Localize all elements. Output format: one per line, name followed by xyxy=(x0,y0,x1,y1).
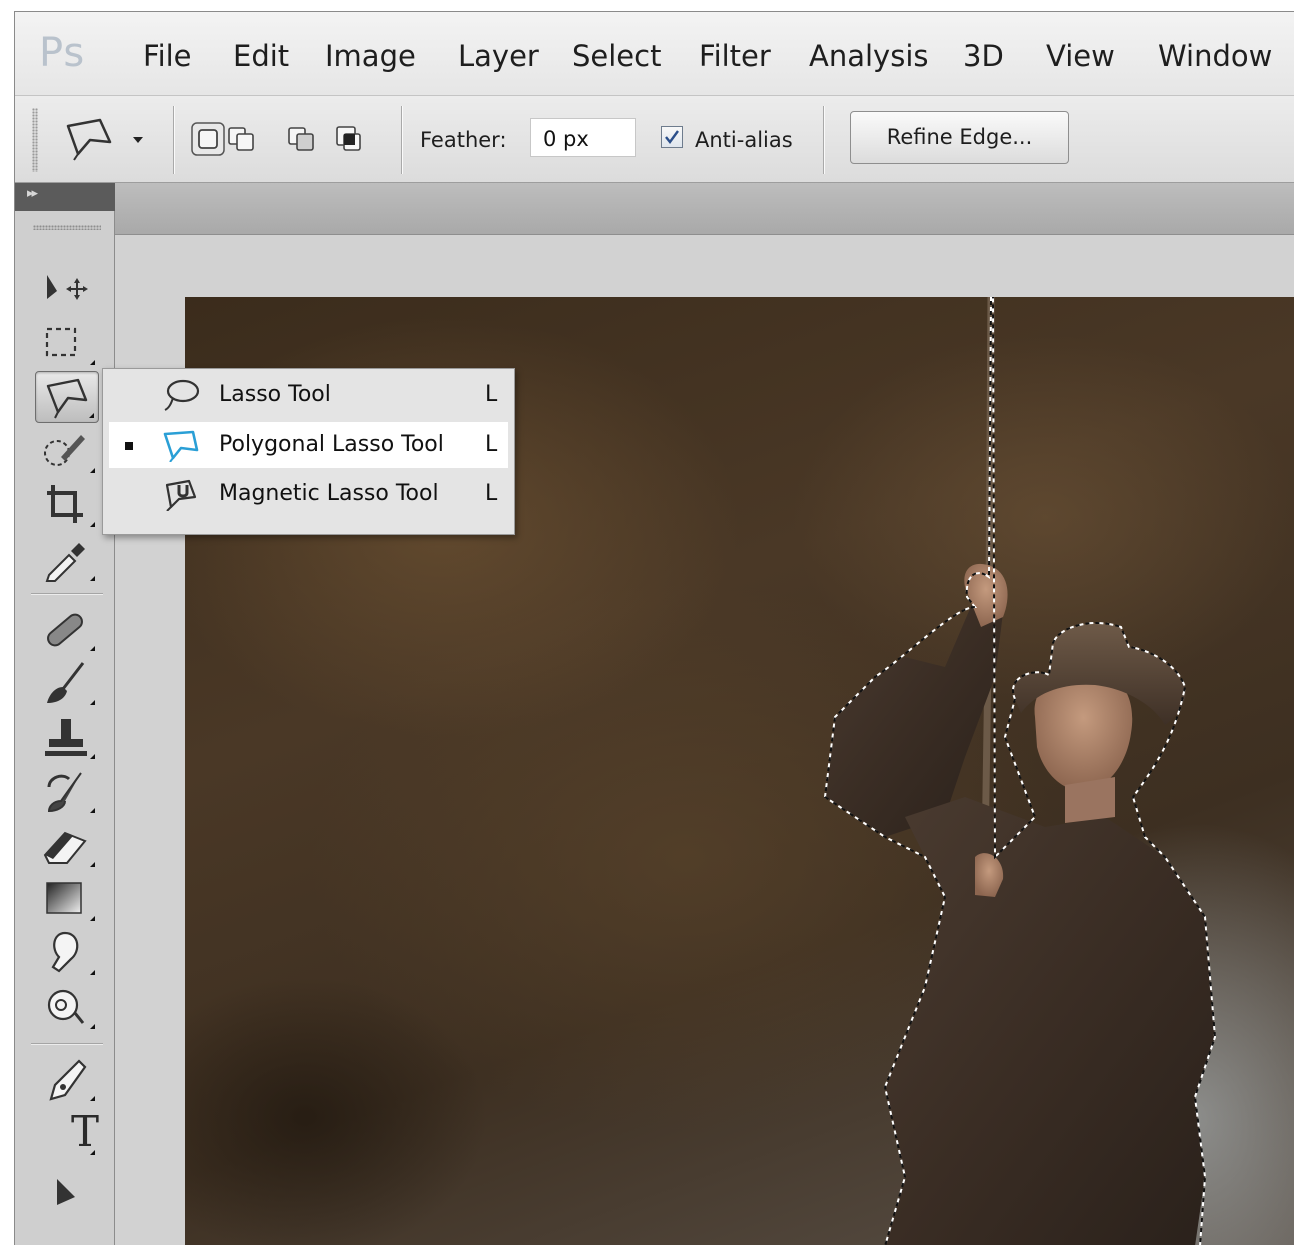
tool-submenu-indicator xyxy=(90,1096,95,1101)
eyedropper-tool-icon[interactable] xyxy=(35,533,99,585)
menu-file[interactable]: File xyxy=(143,39,192,73)
flyout-item-shortcut: L xyxy=(485,432,498,457)
document-tab-strip xyxy=(115,183,1294,235)
type-tool-glyph: T xyxy=(71,1107,100,1156)
flyout-item-magnetic-lasso[interactable]: Magnetic Lasso Tool L xyxy=(109,471,508,517)
move-tool-icon[interactable] xyxy=(35,263,99,315)
polygonal-lasso-icon[interactable] xyxy=(60,116,120,162)
menu-image[interactable]: Image xyxy=(325,39,416,73)
tool-submenu-indicator xyxy=(90,970,95,975)
tool-submenu-indicator xyxy=(90,360,95,365)
tool-submenu-indicator xyxy=(90,1024,95,1029)
type-tool-icon[interactable]: T xyxy=(35,1107,99,1159)
anti-alias-label: Anti-alias xyxy=(695,128,793,152)
tool-submenu-indicator xyxy=(90,468,95,473)
clone-stamp-tool-icon[interactable] xyxy=(35,711,99,763)
anti-alias-checkbox[interactable] xyxy=(661,126,683,148)
magnetic-lasso-icon xyxy=(159,477,201,512)
lasso-tools-flyout: Lasso Tool L Polygonal Lasso Tool L Magn… xyxy=(102,368,515,535)
tool-submenu-indicator xyxy=(89,413,94,418)
flyout-item-label: Polygonal Lasso Tool xyxy=(219,432,444,457)
flyout-item-shortcut: L xyxy=(485,382,498,407)
subtract-from-selection-icon[interactable] xyxy=(285,122,319,156)
pen-tool-icon[interactable] xyxy=(35,1053,99,1105)
path-selection-tool-icon[interactable] xyxy=(35,1161,99,1213)
options-separator xyxy=(173,106,175,174)
checkmark-icon xyxy=(665,130,679,144)
feather-label: Feather: xyxy=(420,128,507,152)
app-logo: Ps xyxy=(39,30,86,76)
menu-select[interactable]: Select xyxy=(572,39,661,73)
feather-input[interactable]: 0 px xyxy=(530,118,636,157)
menu-window[interactable]: Window xyxy=(1158,39,1272,73)
blur-tool-icon[interactable] xyxy=(35,927,99,979)
tools-panel-grip[interactable] xyxy=(33,225,101,230)
polygonal-lasso-icon xyxy=(159,428,201,463)
new-selection-icon[interactable] xyxy=(191,122,225,156)
tool-submenu-indicator xyxy=(90,576,95,581)
intersect-selection-icon[interactable] xyxy=(333,122,367,156)
eraser-tool-icon[interactable] xyxy=(35,819,99,871)
brush-tool-icon[interactable] xyxy=(35,657,99,709)
flyout-item-polygonal-lasso[interactable]: Polygonal Lasso Tool L xyxy=(109,422,508,468)
flyout-item-shortcut: L xyxy=(485,481,498,506)
tool-preset-dropdown-icon[interactable] xyxy=(133,137,143,143)
flyout-item-label: Magnetic Lasso Tool xyxy=(219,481,439,506)
marquee-tool-icon[interactable] xyxy=(35,317,99,369)
refine-edge-button[interactable]: Refine Edge... xyxy=(850,111,1069,164)
flyout-item-label: Lasso Tool xyxy=(219,382,331,407)
lasso-icon xyxy=(159,378,201,412)
crop-tool-icon[interactable] xyxy=(35,479,99,531)
menu-bar: Ps File Edit Image Layer Select Filter A… xyxy=(15,12,1294,96)
tools-panel-collapse[interactable]: ▸▸ xyxy=(15,183,115,211)
tool-submenu-indicator xyxy=(90,1150,95,1155)
collapse-arrows-icon: ▸▸ xyxy=(27,186,38,201)
tool-submenu-indicator xyxy=(90,700,95,705)
tools-panel: T xyxy=(15,211,115,1245)
selected-bullet-icon xyxy=(125,442,133,450)
options-separator xyxy=(823,106,825,174)
menu-3d[interactable]: 3D xyxy=(963,39,1004,73)
tool-submenu-indicator xyxy=(90,862,95,867)
tools-separator xyxy=(31,593,103,595)
tool-submenu-indicator xyxy=(90,916,95,921)
flyout-item-lasso[interactable]: Lasso Tool L xyxy=(109,372,508,418)
tools-separator xyxy=(31,1043,103,1045)
gradient-tool-icon[interactable] xyxy=(35,873,99,925)
menu-analysis[interactable]: Analysis xyxy=(809,39,928,73)
tool-submenu-indicator xyxy=(90,522,95,527)
photoshop-window: Ps File Edit Image Layer Select Filter A… xyxy=(14,11,1294,1245)
tool-submenu-indicator xyxy=(90,646,95,651)
menu-filter[interactable]: Filter xyxy=(699,39,771,73)
add-to-selection-icon[interactable] xyxy=(225,122,259,156)
options-bar-grip[interactable] xyxy=(32,108,38,172)
polygonal-lasso-tool-icon[interactable] xyxy=(35,371,99,423)
tool-submenu-indicator xyxy=(90,808,95,813)
history-brush-tool-icon[interactable] xyxy=(35,765,99,817)
menu-layer[interactable]: Layer xyxy=(458,39,539,73)
menu-view[interactable]: View xyxy=(1046,39,1115,73)
quick-selection-tool-icon[interactable] xyxy=(35,425,99,477)
spot-healing-tool-icon[interactable] xyxy=(35,603,99,655)
options-bar: Feather: 0 px Anti-alias Refine Edge... xyxy=(15,96,1294,183)
dodge-tool-icon[interactable] xyxy=(35,981,99,1033)
options-separator xyxy=(401,106,403,174)
tool-submenu-indicator xyxy=(90,754,95,759)
menu-edit[interactable]: Edit xyxy=(233,39,289,73)
